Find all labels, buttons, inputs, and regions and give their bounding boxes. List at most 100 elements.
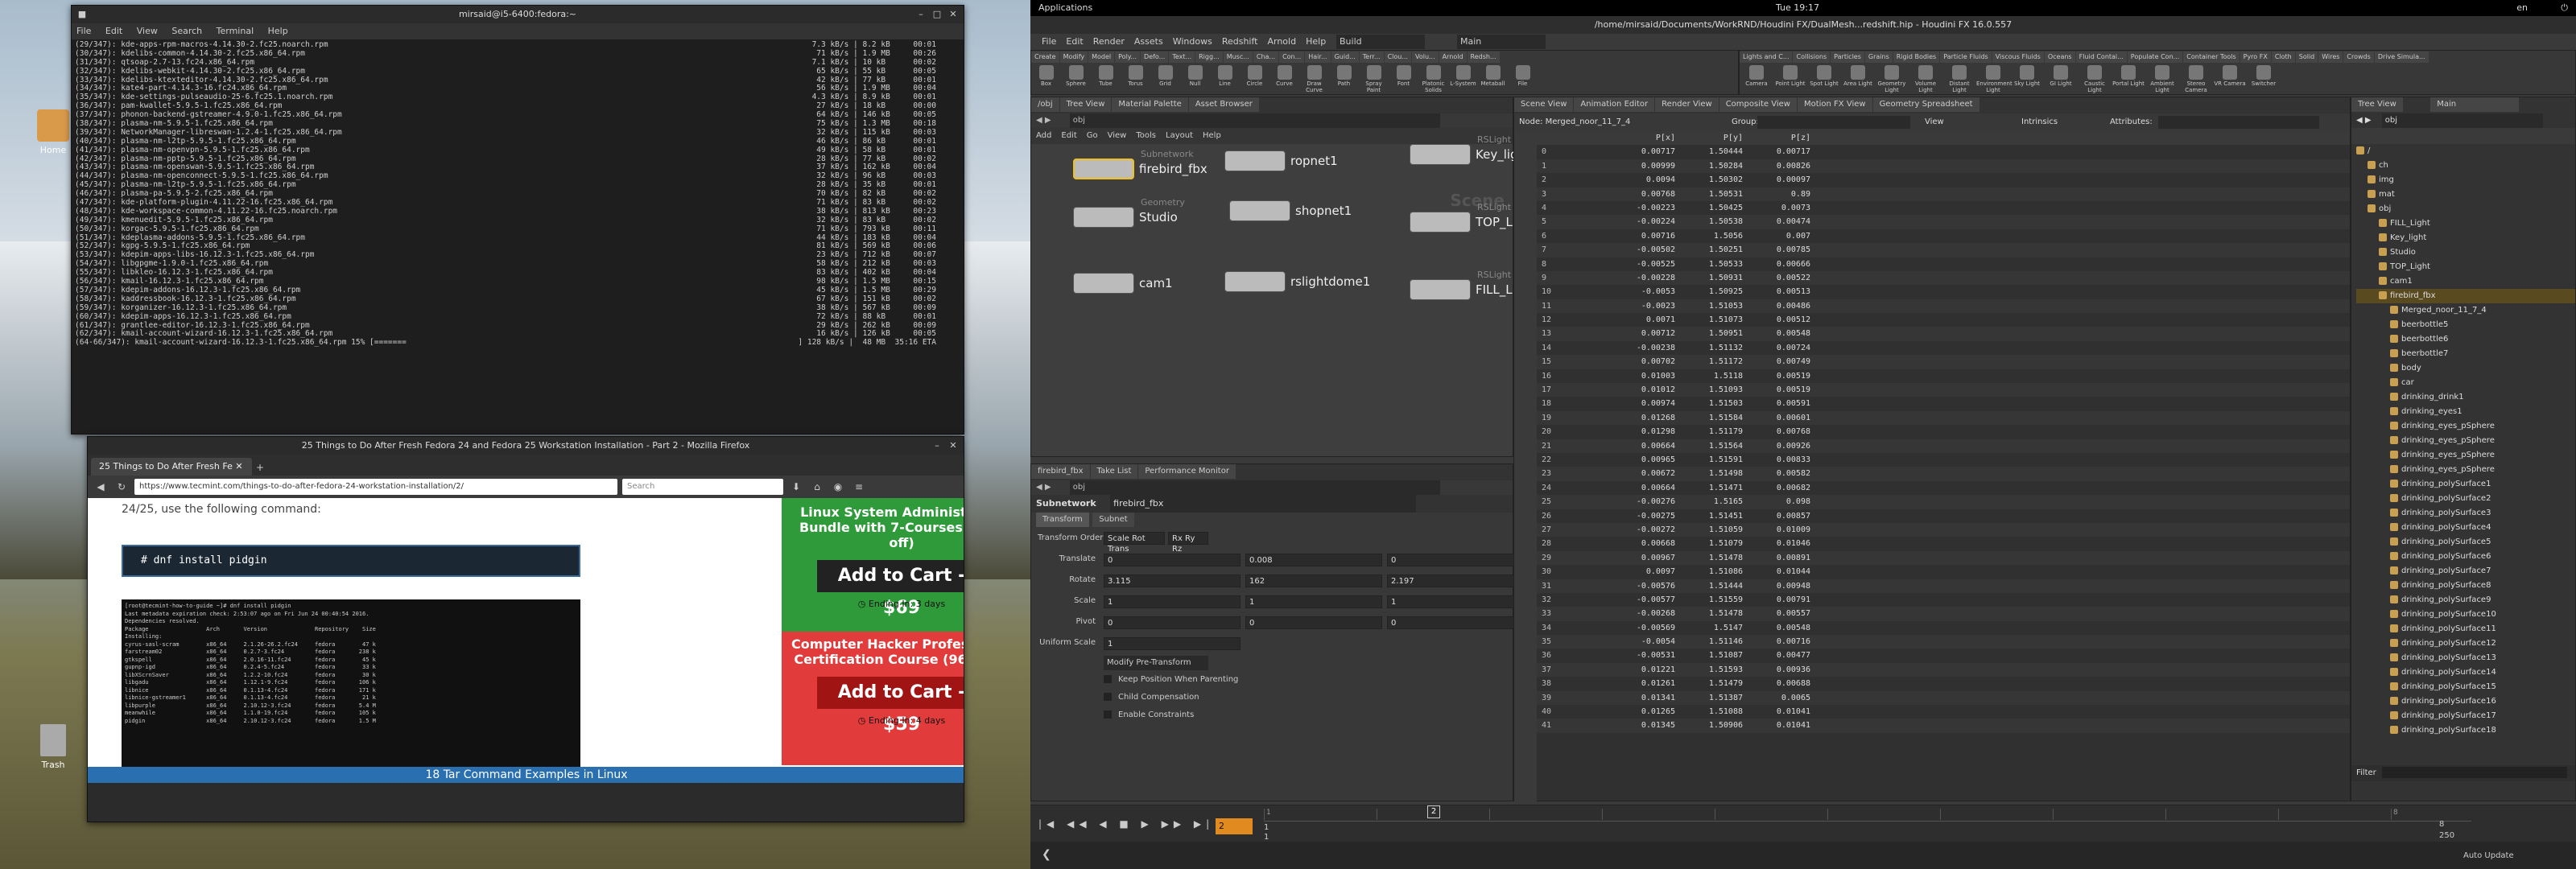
promo-red[interactable]: Computer Hacker Professional Certificati…: [782, 632, 964, 765]
current-frame-field[interactable]: 2: [1216, 818, 1253, 834]
desktop-trash-icon[interactable]: Trash: [31, 724, 76, 770]
pane-tab[interactable]: Material Palette: [1112, 97, 1188, 112]
network-node[interactable]: rslightdome1: [1224, 271, 1370, 292]
footer-link[interactable]: 18 Tar Command Examples in Linux: [88, 767, 964, 783]
tree-item[interactable]: drinking_eyes_pSphere: [2356, 434, 2575, 448]
table-row[interactable]: 38 0.01261 1.51479 0.00688: [1537, 677, 2350, 690]
shelf-tab[interactable]: Solid: [2295, 51, 2318, 63]
shelf-tool[interactable]: Draw Curve: [1299, 64, 1329, 93]
table-row[interactable]: 21 0.00664 1.51564 0.00926: [1537, 439, 2350, 453]
table-row[interactable]: 11 -0.0023 1.51053 0.00486: [1537, 299, 2350, 314]
tree-item[interactable]: drinking_drink1: [2356, 390, 2575, 405]
promo-green[interactable]: Linux System Administrator Bundle with 7…: [782, 498, 964, 632]
pivot-field-0[interactable]: 0: [1104, 616, 1241, 629]
global-end[interactable]: 250: [2439, 831, 2454, 840]
menu-item[interactable]: File: [1042, 36, 1056, 47]
menu-edit[interactable]: Edit: [105, 26, 122, 36]
add-to-cart-button[interactable]: Add to Cart - $69: [817, 560, 964, 618]
tab-tree-view[interactable]: Tree View: [2351, 97, 2403, 112]
timeline-ruler[interactable]: 18: [1264, 809, 2471, 822]
shelf-tool[interactable]: Distant Light: [1942, 64, 1976, 93]
group-field[interactable]: [1757, 116, 1910, 129]
tree-item[interactable]: obj: [2356, 202, 2575, 216]
table-row[interactable]: 3 0.00768 1.50531 0.89: [1537, 187, 2350, 201]
applications-menu[interactable]: Applications: [1038, 0, 1092, 16]
table-row[interactable]: 4 -0.00223 1.50425 0.0073: [1537, 201, 2350, 215]
sheet-column-header[interactable]: [1537, 131, 1608, 145]
translate-field-1[interactable]: 0.008: [1245, 554, 1382, 566]
shelf-tab[interactable]: Grains: [1864, 51, 1893, 63]
tree-item[interactable]: drinking_polySurface8: [2356, 579, 2575, 593]
spreadsheet-table[interactable]: P[x] P[y] P[z] 0 0.00717 1.50444 0.00717 1 0.009…: [1537, 131, 2350, 802]
param-path[interactable]: obj: [1069, 480, 1440, 495]
pane-tab[interactable]: /obj: [1031, 97, 1059, 112]
pane-tab[interactable]: Composite View: [1719, 97, 1797, 112]
tree-item[interactable]: Key_light: [2356, 231, 2575, 245]
node-label[interactable]: rslightdome1: [1290, 274, 1370, 289]
shelf-tab[interactable]: Defo...: [1141, 51, 1169, 63]
range-start[interactable]: 1: [1264, 823, 1269, 832]
network-path[interactable]: obj: [1069, 113, 1440, 128]
firefox-titlebar[interactable]: 25 Things to Do After Fresh Fedora 24 an…: [88, 437, 964, 455]
parameter-editor[interactable]: firebird_fbx Take List Performance Monitor…: [1030, 463, 1524, 801]
shelf-tool[interactable]: Spot Light: [1807, 64, 1841, 87]
hamburger-menu-icon[interactable]: ≡: [851, 479, 867, 495]
node-label[interactable]: firebird_fbx: [1139, 162, 1208, 176]
shelf-tab[interactable]: Poly...: [1115, 51, 1141, 63]
table-row[interactable]: 22 0.00965 1.51591 0.00833: [1537, 453, 2350, 467]
webpage-content[interactable]: 24/25, use the following command: # dnf …: [88, 498, 964, 783]
shelf-tool[interactable]: File: [1508, 64, 1538, 87]
shelf-tool[interactable]: Line: [1210, 64, 1240, 87]
menu-search[interactable]: Search: [171, 26, 202, 36]
range-end[interactable]: 8: [2439, 820, 2444, 829]
shelf-tab[interactable]: Arnold: [1439, 51, 1467, 63]
menu-help[interactable]: Help: [268, 26, 288, 36]
table-row[interactable]: 7 -0.00502 1.50251 0.00785: [1537, 243, 2350, 257]
playhead[interactable]: 2: [1427, 805, 1440, 818]
shelf-tab[interactable]: Clou...: [1384, 51, 1411, 63]
node-label[interactable]: Studio: [1139, 210, 1178, 224]
shelf-tool[interactable]: Environment Light: [1976, 64, 2013, 93]
view-dropdown[interactable]: View: [1925, 113, 1944, 131]
shelf-tool[interactable]: Torus: [1121, 64, 1150, 87]
shelf-tool[interactable]: Font: [1389, 64, 1418, 87]
table-row[interactable]: 10 -0.0053 1.50925 0.00513: [1537, 285, 2350, 299]
shelf-tab[interactable]: Create: [1031, 51, 1059, 63]
menu-item[interactable]: Edit: [1066, 36, 1083, 47]
pane-tab[interactable]: Asset Browser: [1188, 97, 1259, 112]
shelf-tool[interactable]: GI Light: [2044, 64, 2078, 87]
tree-item[interactable]: drinking_polySurface7: [2356, 564, 2575, 579]
scale-field-1[interactable]: 1: [1245, 595, 1382, 608]
shelf-tool[interactable]: Ambient Light: [2145, 64, 2179, 93]
tree-item[interactable]: drinking_eyes_pSphere: [2356, 463, 2575, 477]
menu-item[interactable]: Help: [1306, 36, 1326, 47]
table-row[interactable]: 24 0.00664 1.51471 0.00682: [1537, 481, 2350, 495]
scale-field-2[interactable]: 1: [1387, 595, 1524, 608]
tree-item[interactable]: drinking_eyes_pSphere: [2356, 419, 2575, 434]
tree-item[interactable]: TOP_Light: [2356, 260, 2575, 274]
shelf-tool[interactable]: Sky Light: [2010, 64, 2044, 87]
firefox-window[interactable]: 25 Things to Do After Fresh Fedora 24 an…: [87, 436, 964, 822]
shelf-tool[interactable]: Metaball: [1478, 64, 1508, 87]
shelf-tab[interactable]: Fluid Contai...: [2075, 51, 2127, 63]
rotate-order-dropdown[interactable]: Rx Ry Rz: [1168, 532, 1208, 554]
pane-tab[interactable]: Tree View: [1059, 97, 1112, 112]
url-bar[interactable]: https://www.tecmint.com/things-to-do-aft…: [134, 479, 617, 495]
table-row[interactable]: 2 0.0094 1.50302 0.00097: [1537, 173, 2350, 187]
shelf-tab[interactable]: Rigg...: [1195, 51, 1223, 63]
tree-view-pane[interactable]: Tree View Main ◀ ▶ obj / ch img mat obj FILL_…: [2351, 97, 2576, 801]
menu-item[interactable]: Redshift: [1222, 36, 1258, 47]
timeline[interactable]: |◀ ◀◀ ◀ ■ ▶ ▶▶ ▶| 2 18 2 1 1 8 250: [1030, 805, 2576, 842]
shelf-tool[interactable]: Null: [1180, 64, 1210, 87]
node-label[interactable]: ropnet1: [1290, 154, 1338, 168]
intrinsics-dropdown[interactable]: Intrinsics: [2021, 113, 2058, 131]
pivot-field-2[interactable]: 0: [1387, 616, 1524, 629]
tree-item[interactable]: beerbottle7: [2356, 347, 2575, 361]
shelf-tab[interactable]: Volu...: [1411, 51, 1439, 63]
node-body[interactable]: [1410, 279, 1471, 300]
shelf-tool[interactable]: Camera: [1740, 64, 1773, 87]
tab-transform[interactable]: Transform: [1036, 513, 1089, 527]
back-icon[interactable]: ◀: [93, 479, 109, 495]
table-row[interactable]: 6 0.00716 1.5056 0.007: [1537, 229, 2350, 243]
table-row[interactable]: 40 0.01265 1.51088 0.01041: [1537, 705, 2350, 719]
